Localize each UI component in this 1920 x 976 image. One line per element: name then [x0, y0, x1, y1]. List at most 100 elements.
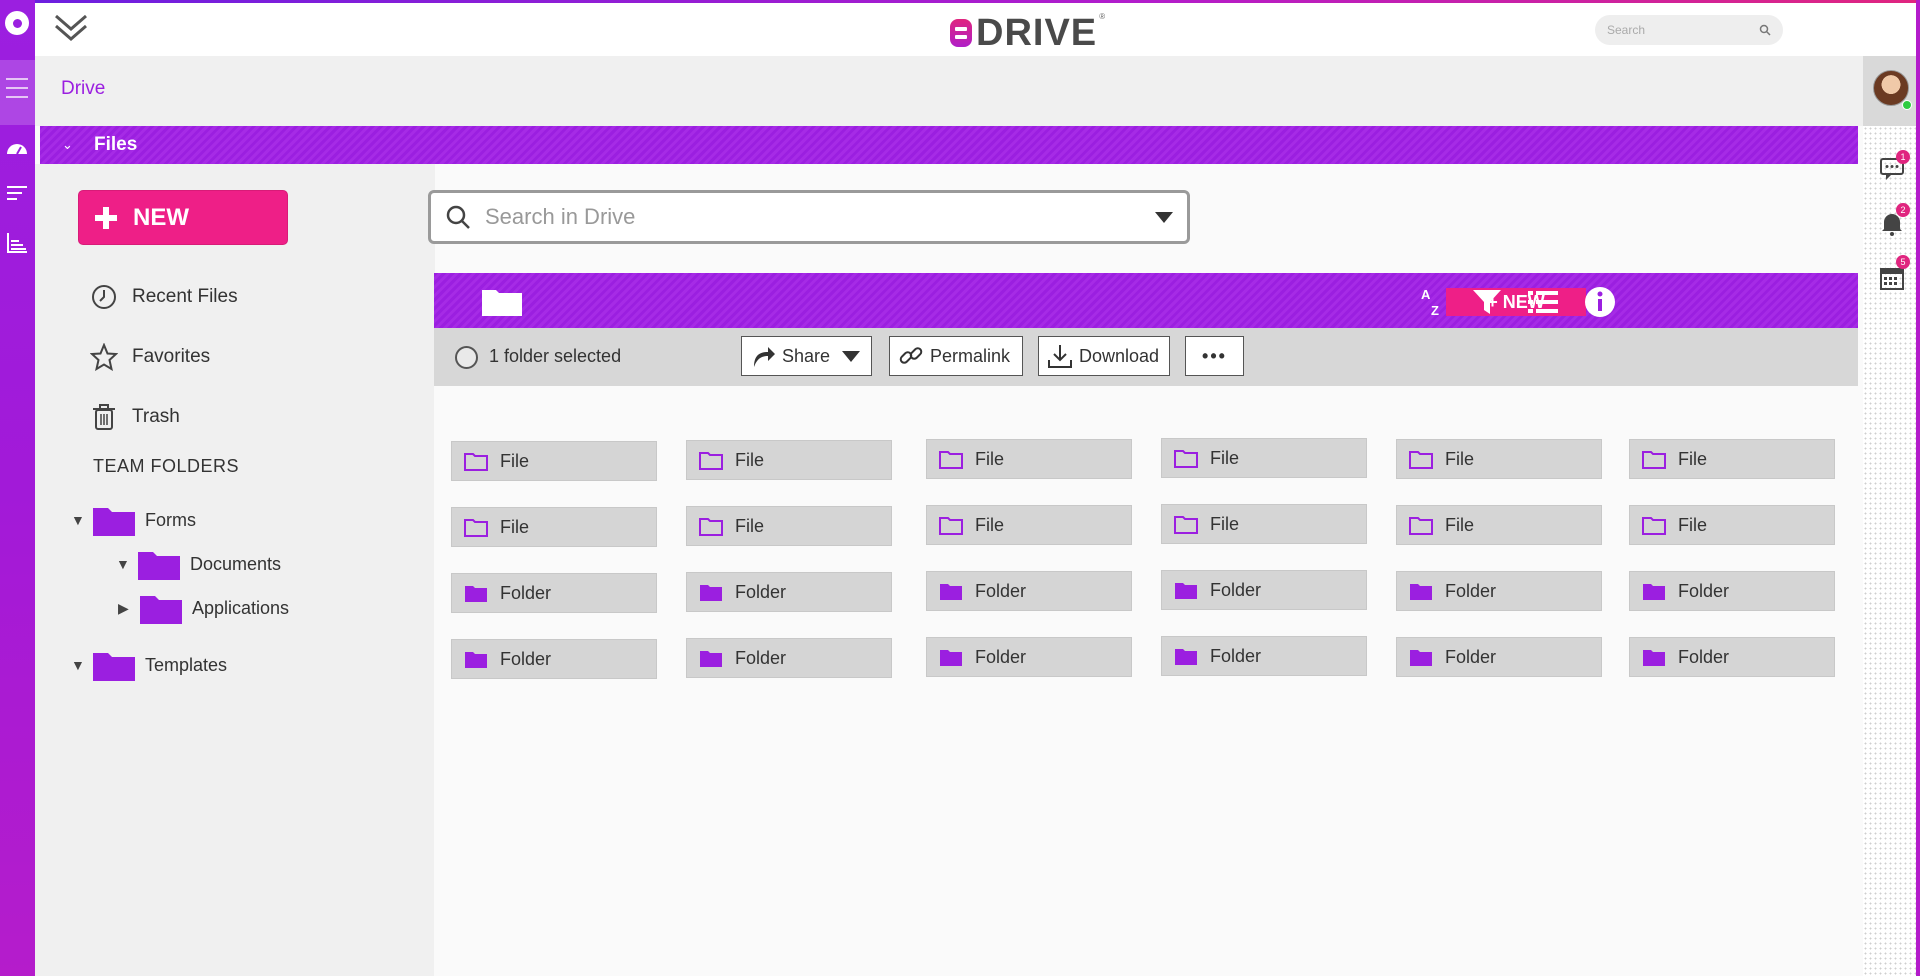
- toolbar-new-button[interactable]: + NEW: [1446, 288, 1586, 316]
- tile-label: Folder: [975, 580, 1027, 601]
- folder-tile[interactable]: Folder: [1396, 571, 1602, 611]
- tree-item-forms[interactable]: ▼ Forms: [71, 502, 196, 538]
- caret-down-icon[interactable]: ▼: [71, 512, 87, 528]
- file-tile[interactable]: File: [686, 506, 892, 546]
- sidebar-item-label: Trash: [132, 406, 180, 427]
- search-icon[interactable]: [1759, 24, 1771, 36]
- tile-label: File: [500, 516, 530, 537]
- tile-label: File: [975, 514, 1005, 535]
- folder-tile[interactable]: Folder: [686, 638, 892, 678]
- folder-tile[interactable]: Folder: [1161, 636, 1367, 676]
- folder-tile[interactable]: Folder: [926, 571, 1132, 611]
- drive-search-input[interactable]: Search in Drive: [428, 190, 1190, 244]
- dashboard-icon[interactable]: [4, 136, 30, 162]
- tile-label: File: [735, 515, 765, 536]
- files-section-header[interactable]: ⌄ Files: [40, 126, 1858, 164]
- tree-item-templates[interactable]: ▼ Templates: [71, 647, 227, 683]
- tile-label: Folder: [500, 582, 552, 603]
- folder-icon: [1175, 649, 1197, 665]
- list-icon[interactable]: [4, 181, 30, 207]
- brand-registered: ®: [1099, 12, 1106, 21]
- info-icon[interactable]: [1583, 285, 1617, 319]
- tree-item-documents[interactable]: ▼ Documents: [116, 546, 281, 582]
- tile-label: Folder: [1210, 579, 1262, 600]
- search-options-dropdown-icon[interactable]: [1155, 211, 1173, 223]
- more-actions-button[interactable]: •••: [1185, 336, 1244, 376]
- tile-label: Folder: [500, 648, 552, 669]
- hamburger-icon: [6, 78, 28, 98]
- breadcrumb-drive[interactable]: Drive: [61, 78, 105, 100]
- folder-icon: [465, 586, 487, 602]
- file-tile[interactable]: File: [1161, 438, 1367, 478]
- select-all-radio[interactable]: [455, 346, 478, 369]
- global-search-input[interactable]: Search: [1595, 15, 1783, 45]
- tile-label: File: [1210, 513, 1240, 534]
- folder-tile[interactable]: Folder: [451, 639, 657, 679]
- folder-tile[interactable]: Folder: [926, 637, 1132, 677]
- folder-tile[interactable]: Folder: [451, 573, 657, 613]
- file-tile[interactable]: File: [1396, 439, 1602, 479]
- current-folder-icon[interactable]: [482, 288, 522, 316]
- filter-icon[interactable]: [1470, 285, 1504, 319]
- tile-label: Folder: [1445, 646, 1497, 667]
- sidebar-item-favorites[interactable]: Favorites: [90, 342, 210, 372]
- share-dropdown-icon[interactable]: [842, 350, 861, 362]
- list-view-icon[interactable]: [1526, 285, 1560, 319]
- menu-toggle[interactable]: [0, 60, 35, 125]
- collapse-chevrons-icon[interactable]: [53, 10, 89, 46]
- tile-label: Folder: [1678, 580, 1730, 601]
- folder-tile[interactable]: Folder: [686, 572, 892, 612]
- chevron-down-icon[interactable]: ⌄: [62, 137, 76, 153]
- folder-tile[interactable]: Folder: [1161, 570, 1367, 610]
- tile-label: File: [975, 448, 1005, 469]
- tile-label: File: [1445, 448, 1475, 469]
- share-button[interactable]: Share: [741, 336, 872, 376]
- folder-icon: [940, 584, 962, 600]
- folder-tile[interactable]: Folder: [1629, 637, 1835, 677]
- brand-mark-icon: [950, 19, 972, 47]
- file-tile[interactable]: File: [451, 441, 657, 481]
- folder-icon: [1643, 650, 1665, 666]
- selection-bar: 1 folder selected Share Permalink Downlo…: [434, 328, 1858, 386]
- file-tile[interactable]: File: [1629, 505, 1835, 545]
- file-folder-outline-icon: [699, 518, 723, 536]
- sidebar-item-trash[interactable]: Trash: [90, 402, 180, 432]
- tile-label: Folder: [975, 646, 1027, 667]
- app-logo-icon[interactable]: [5, 11, 29, 35]
- user-avatar-box[interactable]: [1863, 56, 1920, 126]
- folder-tile[interactable]: Folder: [1629, 571, 1835, 611]
- sidebar: NEW Recent Files Favorites Trash TEAM FO…: [35, 164, 435, 976]
- file-tile[interactable]: File: [1396, 505, 1602, 545]
- tile-label: File: [500, 450, 530, 471]
- download-button[interactable]: Download: [1038, 336, 1170, 376]
- folder-icon: [940, 650, 962, 666]
- tree-item-applications[interactable]: ▶ Applications: [118, 590, 289, 626]
- right-rail: 1 2 5: [1863, 56, 1920, 976]
- file-tile[interactable]: File: [926, 439, 1132, 479]
- file-tile[interactable]: File: [686, 440, 892, 480]
- sort-az-icon[interactable]: AZ: [1416, 285, 1450, 319]
- section-title: Files: [94, 134, 138, 155]
- tree-item-label: Documents: [190, 553, 282, 574]
- tile-label: File: [1678, 448, 1708, 469]
- trash-icon: [93, 404, 115, 430]
- file-tile[interactable]: File: [1629, 439, 1835, 479]
- tile-label: Folder: [1678, 646, 1730, 667]
- folder-tile[interactable]: Folder: [1396, 637, 1602, 677]
- chart-icon[interactable]: [4, 230, 30, 256]
- caret-down-icon[interactable]: ▼: [116, 556, 132, 572]
- file-folder-outline-icon: [1642, 517, 1666, 535]
- new-button[interactable]: NEW: [78, 190, 288, 245]
- sidebar-item-recent-files[interactable]: Recent Files: [90, 282, 238, 312]
- drive-search-placeholder: Search in Drive: [485, 204, 636, 229]
- caret-down-icon[interactable]: ▼: [71, 657, 87, 673]
- file-folder-outline-icon: [1409, 451, 1433, 469]
- permalink-button[interactable]: Permalink: [889, 336, 1023, 376]
- global-search-placeholder: Search: [1607, 23, 1646, 37]
- file-tile[interactable]: File: [926, 505, 1132, 545]
- file-tile[interactable]: File: [1161, 504, 1367, 544]
- file-folder-outline-icon: [464, 453, 488, 471]
- caret-right-icon[interactable]: ▶: [118, 600, 134, 617]
- items-grid: File File File File File File File File …: [434, 386, 1858, 976]
- file-tile[interactable]: File: [451, 507, 657, 547]
